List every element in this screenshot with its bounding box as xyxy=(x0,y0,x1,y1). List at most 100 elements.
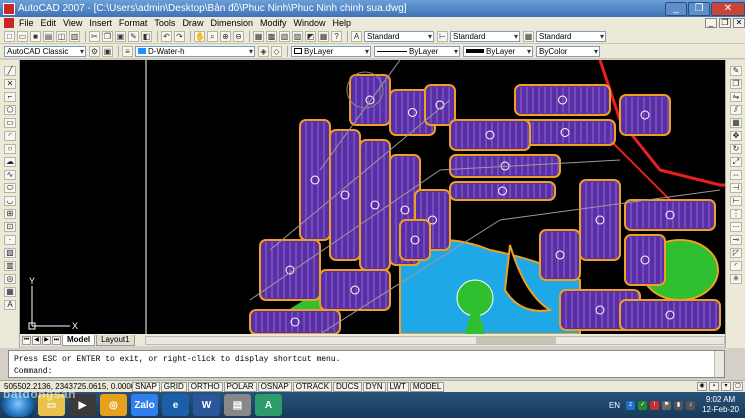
dyn-toggle[interactable]: DYN xyxy=(362,381,386,392)
table-style-icon[interactable]: ▦ xyxy=(523,30,534,42)
offset-icon[interactable]: ⫽ xyxy=(730,105,742,115)
grid-toggle[interactable]: GRID xyxy=(160,381,187,392)
command-window[interactable]: Press ESC or ENTER to exit, or right-cli… xyxy=(8,350,725,378)
array-icon[interactable]: ▦ xyxy=(730,118,742,128)
preview-icon[interactable]: ◫ xyxy=(56,30,67,42)
network-icon[interactable]: ▮ xyxy=(674,400,684,410)
redo-icon[interactable]: ↷ xyxy=(174,30,185,42)
shield-icon[interactable]: ✓ xyxy=(638,400,648,410)
circle-icon[interactable]: ○ xyxy=(4,144,16,154)
markup-icon[interactable]: ◩ xyxy=(305,30,316,42)
lwt-toggle[interactable]: LWT xyxy=(386,381,409,392)
move-icon[interactable]: ✥ xyxy=(730,131,742,141)
trim-icon[interactable]: ⊣ xyxy=(730,183,742,193)
rotate-icon[interactable]: ↻ xyxy=(730,144,742,154)
chamfer-icon[interactable]: ◸ xyxy=(730,248,742,258)
menu-view[interactable]: View xyxy=(63,18,82,28)
text-style-icon[interactable]: A xyxy=(351,30,362,42)
break-at-point-icon[interactable]: ⋮ xyxy=(730,209,742,219)
dim-style-select[interactable]: Standard xyxy=(450,30,520,42)
plotstyle-select[interactable]: ByColor xyxy=(536,45,600,57)
erase-icon[interactable]: ✎ xyxy=(730,66,742,76)
table-style-select[interactable]: Standard xyxy=(536,30,606,42)
menu-file[interactable]: File xyxy=(19,18,34,28)
doc-minimize-button[interactable]: _ xyxy=(705,18,717,28)
color-select[interactable]: ByLayer xyxy=(291,45,371,57)
autocad-app-icon[interactable] xyxy=(3,2,15,15)
revcloud-icon[interactable]: ☁ xyxy=(4,157,16,167)
spline-icon[interactable]: ∿ xyxy=(4,170,16,180)
insert-block-icon[interactable]: ⊞ xyxy=(4,209,16,219)
hatch-icon[interactable]: ▨ xyxy=(4,248,16,258)
taskbar-app-word[interactable]: W xyxy=(193,394,220,416)
flag-icon[interactable]: ⚑ xyxy=(662,400,672,410)
save-icon[interactable]: ■ xyxy=(30,30,41,42)
stretch-icon[interactable]: ⇔ xyxy=(730,170,742,180)
arc-icon[interactable]: ◜ xyxy=(4,131,16,141)
workspace-settings-icon[interactable]: ⚙ xyxy=(89,45,100,57)
polyline-icon[interactable]: ⌐ xyxy=(4,92,16,102)
minimize-button[interactable]: _ xyxy=(665,1,687,16)
polygon-icon[interactable]: ⬠ xyxy=(4,105,16,115)
make-layer-current-icon[interactable]: ◈ xyxy=(258,45,269,57)
mtext-icon[interactable]: A xyxy=(4,300,16,310)
construction-line-icon[interactable]: ✕ xyxy=(4,79,16,89)
menu-edit[interactable]: Edit xyxy=(41,18,57,28)
tab-model[interactable]: Model xyxy=(62,334,96,346)
open-icon[interactable]: ▭ xyxy=(17,30,28,42)
volume-icon[interactable]: ♪ xyxy=(686,400,696,410)
chrome-icon[interactable]: ◎ xyxy=(100,394,127,416)
publish-icon[interactable]: ▥ xyxy=(69,30,80,42)
match-properties-icon[interactable]: ✎ xyxy=(128,30,139,42)
calculator-icon[interactable]: ▦ xyxy=(318,30,329,42)
antivirus-icon[interactable]: ! xyxy=(650,400,660,410)
text-style-select[interactable]: Standard xyxy=(364,30,434,42)
fillet-icon[interactable]: ◜ xyxy=(730,261,742,271)
table-icon[interactable]: ▦ xyxy=(4,287,16,297)
layer-select[interactable]: D-Water-h xyxy=(135,45,255,57)
rectangle-icon[interactable]: ▭ xyxy=(4,118,16,128)
scale-icon[interactable]: ⤢ xyxy=(730,157,742,167)
my-workspace-icon[interactable]: ▣ xyxy=(102,45,113,57)
ellipse-arc-icon[interactable]: ◡ xyxy=(4,196,16,206)
zoom-realtime-icon[interactable]: ⌕ xyxy=(207,30,218,42)
new-icon[interactable]: □ xyxy=(4,30,15,42)
menu-tools[interactable]: Tools xyxy=(154,18,175,28)
region-icon[interactable]: ◎ xyxy=(4,274,16,284)
drawing-area[interactable]: YX xyxy=(20,60,725,334)
otrack-toggle[interactable]: OTRACK xyxy=(292,381,333,392)
zoom-window-icon[interactable]: ⊕ xyxy=(220,30,231,42)
zalo-tray-icon[interactable]: z xyxy=(626,400,636,410)
taskbar-app-autocad[interactable]: A xyxy=(255,394,282,416)
break-icon[interactable]: ⋯ xyxy=(730,222,742,232)
ducs-toggle[interactable]: DUCS xyxy=(333,381,362,392)
block-editor-icon[interactable]: ◧ xyxy=(141,30,152,42)
zoom-previous-icon[interactable]: ⊖ xyxy=(233,30,244,42)
menu-window[interactable]: Window xyxy=(294,18,326,28)
properties-icon[interactable]: ▦ xyxy=(253,30,264,42)
prev-tab-icon[interactable]: ◀ xyxy=(32,335,41,345)
explode-icon[interactable]: ✳ xyxy=(730,274,742,284)
comm-center-icon[interactable]: ◉ xyxy=(697,382,707,391)
snap-toggle[interactable]: SNAP xyxy=(132,381,160,392)
restore-button[interactable]: ❐ xyxy=(688,1,710,16)
polar-toggle[interactable]: POLAR xyxy=(223,381,257,392)
menu-insert[interactable]: Insert xyxy=(89,18,112,28)
sheet-set-icon[interactable]: ▨ xyxy=(292,30,303,42)
doc-close-button[interactable]: ✕ xyxy=(733,18,745,28)
taskbar-app-zalo[interactable]: Zalo xyxy=(131,394,158,416)
cut-icon[interactable]: ✂ xyxy=(89,30,100,42)
close-button[interactable]: ✕ xyxy=(711,1,745,16)
tab-layout1[interactable]: Layout1 xyxy=(96,334,135,346)
menu-draw[interactable]: Draw xyxy=(182,18,203,28)
copy-object-icon[interactable]: ❐ xyxy=(730,79,742,89)
ie-icon[interactable]: e xyxy=(162,394,189,416)
design-center-icon[interactable]: ▩ xyxy=(266,30,277,42)
language-indicator[interactable]: EN xyxy=(609,401,620,410)
join-icon[interactable]: ⊸ xyxy=(730,235,742,245)
tool-palettes-icon[interactable]: ▧ xyxy=(279,30,290,42)
line-icon[interactable]: ╱ xyxy=(4,66,16,76)
help-icon[interactable]: ? xyxy=(331,30,342,42)
paste-icon[interactable]: ▣ xyxy=(115,30,126,42)
menu-modify[interactable]: Modify xyxy=(260,18,287,28)
